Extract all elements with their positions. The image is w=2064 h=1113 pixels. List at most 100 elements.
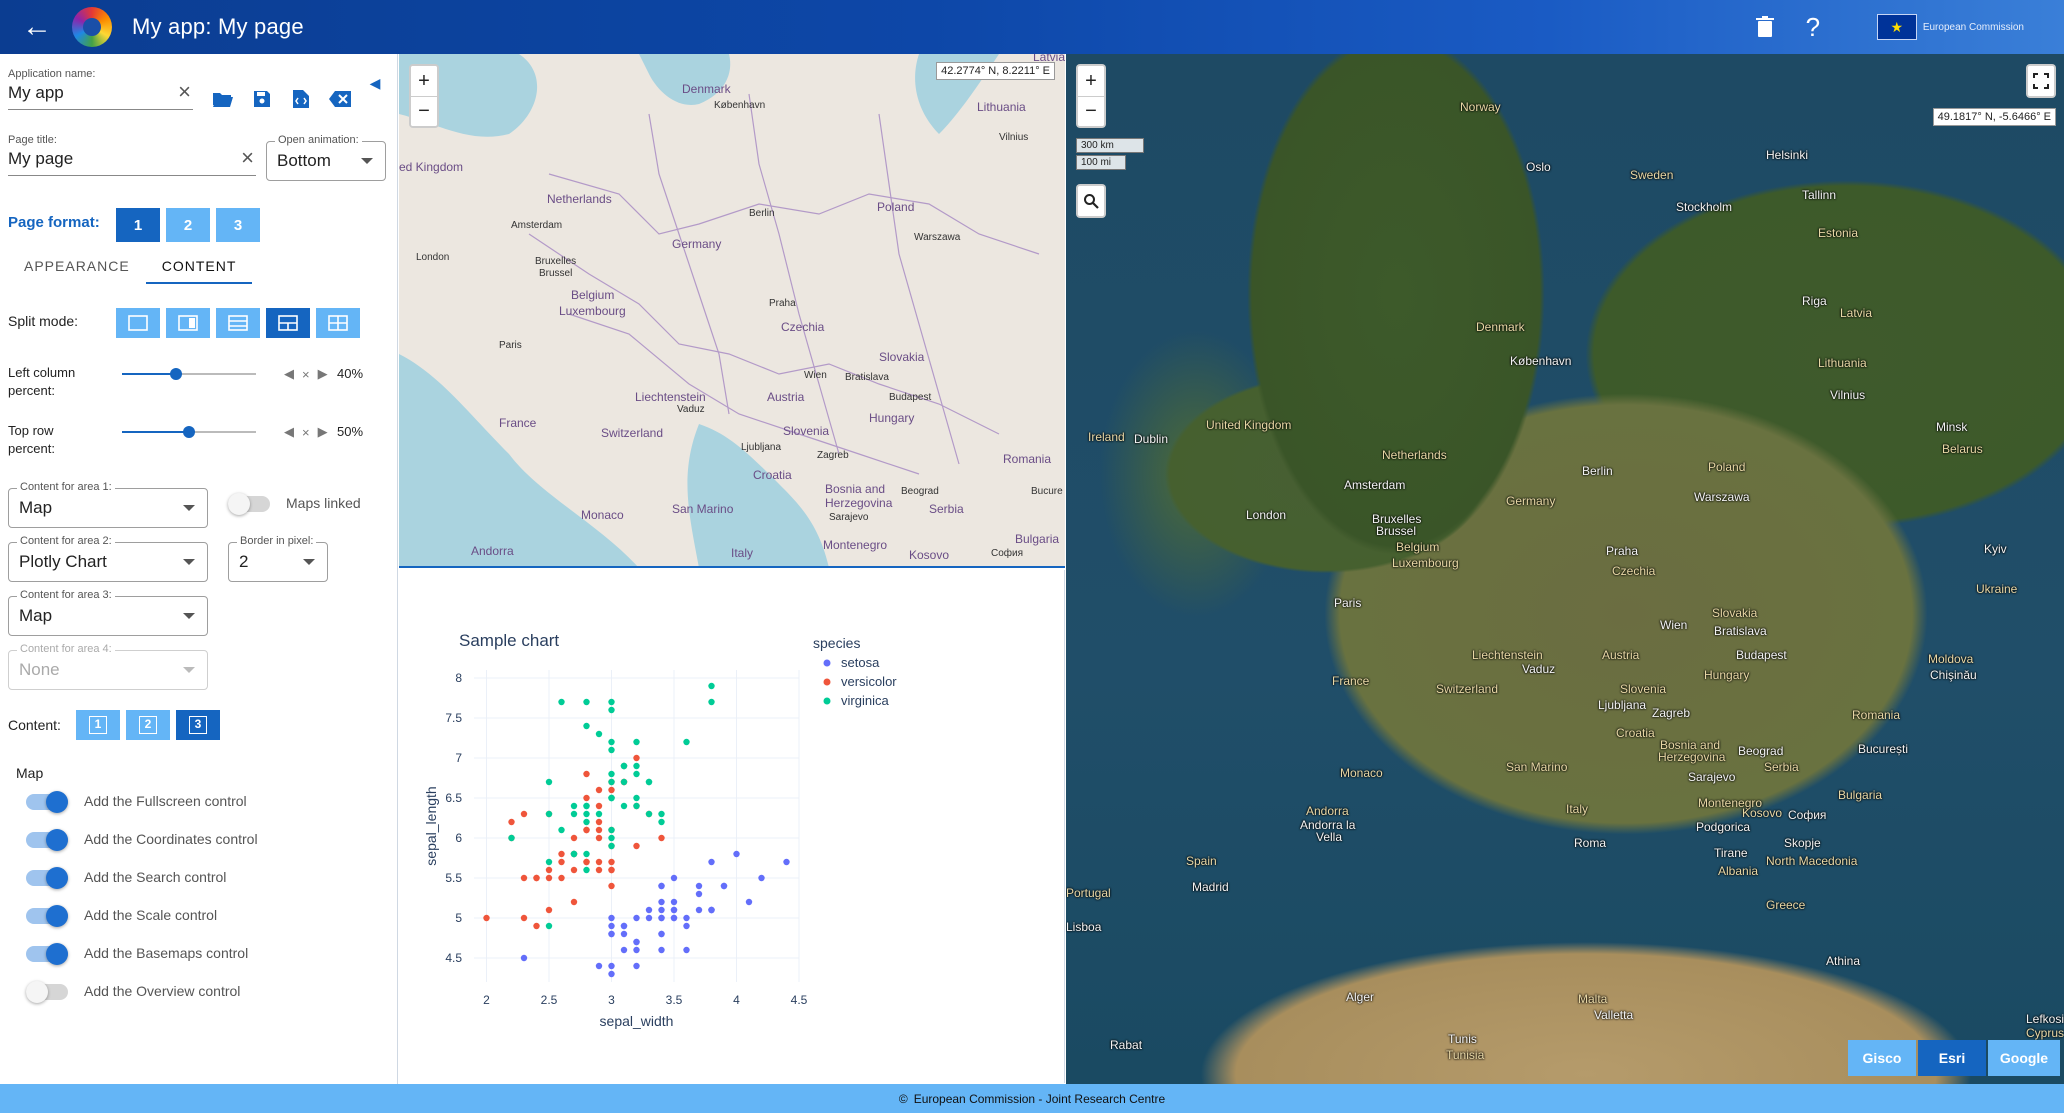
basemap-gisco-button[interactable]: Gisco — [1848, 1040, 1916, 1076]
content-area-1-select[interactable]: Content for area 1: Map — [8, 481, 208, 528]
scatter-point-virginica[interactable] — [583, 810, 590, 818]
scatter-point-virginica[interactable] — [608, 826, 615, 834]
page-format-2-button[interactable]: 2 — [166, 208, 210, 242]
zoom-in-button[interactable]: + — [1078, 66, 1104, 96]
content-3-button[interactable]: 3 — [176, 710, 220, 740]
fullscreen-control-toggle[interactable] — [26, 791, 68, 813]
scatter-point-setosa[interactable] — [658, 930, 665, 938]
page-format-3-button[interactable]: 3 — [216, 208, 260, 242]
scatter-point-versicolor[interactable] — [595, 826, 603, 834]
scatter-point-setosa[interactable] — [520, 954, 528, 962]
scatter-point-virginica[interactable] — [633, 738, 640, 746]
scatter-point-versicolor[interactable] — [583, 770, 590, 778]
scatter-point-setosa[interactable] — [620, 946, 628, 954]
scatter-point-virginica[interactable] — [633, 794, 640, 802]
clear-page-title-icon[interactable]: × — [241, 145, 254, 171]
content-area-3-select[interactable]: Content for area 3: Map — [8, 589, 208, 636]
scatter-point-setosa[interactable] — [595, 962, 603, 970]
scatter-point-setosa[interactable] — [670, 914, 678, 922]
scatter-point-virginica[interactable] — [570, 802, 578, 810]
scatter-point-virginica[interactable] — [633, 762, 640, 770]
page-format-1-button[interactable]: 1 — [116, 208, 160, 242]
scatter-point-setosa[interactable] — [695, 882, 703, 890]
scatter-point-virginica[interactable] — [595, 810, 603, 818]
scatter-point-versicolor[interactable] — [483, 914, 490, 922]
scatter-point-setosa[interactable] — [658, 898, 665, 906]
scatter-point-versicolor[interactable] — [520, 874, 528, 882]
scatter-point-setosa[interactable] — [633, 914, 640, 922]
split-single-button[interactable] — [116, 308, 160, 338]
scatter-point-setosa[interactable] — [608, 914, 615, 922]
trash-icon[interactable] — [1741, 0, 1789, 54]
scatter-point-versicolor[interactable] — [545, 874, 553, 882]
scatter-point-setosa[interactable] — [633, 962, 640, 970]
basemaps-control-toggle[interactable] — [26, 943, 68, 965]
reset-icon[interactable]: × — [302, 425, 310, 440]
search-control-toggle[interactable] — [26, 867, 68, 889]
scatter-point-setosa[interactable] — [745, 898, 753, 906]
scatter-point-versicolor[interactable] — [583, 858, 590, 866]
scatter-point-virginica[interactable] — [620, 762, 628, 770]
scatter-point-virginica[interactable] — [558, 826, 565, 834]
scatter-point-virginica[interactable] — [570, 850, 578, 858]
scatter-point-virginica[interactable] — [545, 858, 553, 866]
scatter-point-setosa[interactable] — [658, 882, 665, 890]
scatter-point-setosa[interactable] — [683, 946, 690, 954]
content-1-button[interactable]: 1 — [76, 710, 120, 740]
scatter-point-setosa[interactable] — [633, 946, 640, 954]
scatter-point-versicolor[interactable] — [608, 858, 615, 866]
scatter-point-versicolor[interactable] — [558, 850, 565, 858]
folder-open-icon[interactable] — [210, 86, 236, 112]
coordinates-control-toggle[interactable] — [26, 829, 68, 851]
scatter-point-setosa[interactable] — [758, 874, 765, 882]
top-row-slider[interactable] — [122, 422, 256, 442]
decrement-icon[interactable]: ◀ — [284, 424, 294, 440]
scatter-point-virginica[interactable] — [583, 698, 590, 706]
search-icon[interactable] — [1078, 186, 1104, 216]
scatter-point-setosa[interactable] — [720, 882, 728, 890]
code-file-icon[interactable] — [288, 86, 314, 112]
scatter-point-virginica[interactable] — [683, 738, 690, 746]
scatter-point-virginica[interactable] — [620, 802, 628, 810]
slider-thumb[interactable] — [169, 368, 182, 380]
scatter-point-virginica[interactable] — [583, 866, 590, 874]
scatter-point-virginica[interactable] — [583, 818, 590, 826]
maps-linked-toggle[interactable] — [228, 493, 270, 515]
content-2-button[interactable]: 2 — [126, 710, 170, 740]
basemap-google-button[interactable]: Google — [1988, 1040, 2060, 1076]
scatter-point-setosa[interactable] — [708, 858, 715, 866]
decrement-icon[interactable]: ◀ — [284, 366, 294, 382]
scatter-point-versicolor[interactable] — [633, 754, 640, 762]
scatter-point-versicolor[interactable] — [545, 866, 553, 874]
scatter-point-virginica[interactable] — [608, 778, 615, 786]
scatter-point-setosa[interactable] — [608, 922, 615, 930]
scatter-point-versicolor[interactable] — [545, 906, 553, 914]
scatter-point-virginica[interactable] — [595, 730, 603, 738]
scatter-point-setosa[interactable] — [633, 938, 640, 946]
scatter-point-versicolor[interactable] — [608, 866, 615, 874]
split-three-button[interactable] — [266, 308, 310, 338]
border-pixel-select[interactable]: Border in pixel: 2 — [228, 535, 328, 582]
scatter-point-virginica[interactable] — [608, 794, 615, 802]
split-rows-button[interactable] — [216, 308, 260, 338]
legend-item[interactable]: virginica — [841, 693, 889, 708]
scatter-point-versicolor[interactable] — [633, 842, 640, 850]
scatter-point-virginica[interactable] — [558, 698, 565, 706]
scatter-point-versicolor[interactable] — [520, 810, 528, 818]
content-area-2-select[interactable]: Content for area 2: Plotly Chart — [8, 535, 208, 582]
zoom-out-button[interactable]: − — [1078, 96, 1104, 126]
scatter-point-virginica[interactable] — [570, 810, 578, 818]
scatter-point-versicolor[interactable] — [583, 826, 590, 834]
scatter-point-setosa[interactable] — [670, 906, 678, 914]
overview-control-toggle[interactable] — [26, 981, 68, 1003]
scatter-point-virginica[interactable] — [583, 802, 590, 810]
increment-icon[interactable]: ▶ — [318, 366, 328, 382]
scatter-point-virginica[interactable] — [583, 850, 590, 858]
slider-thumb[interactable] — [183, 426, 195, 438]
left-column-slider[interactable] — [122, 364, 256, 384]
scatter-point-versicolor[interactable] — [583, 794, 590, 802]
scatter-point-versicolor[interactable] — [595, 786, 603, 794]
satellite-map[interactable]: + − 300 km 100 mi 49.1817° N, -5.6466° E… — [1066, 54, 2064, 1084]
legend-item[interactable]: setosa — [841, 655, 880, 670]
scatter-point-setosa[interactable] — [695, 890, 703, 898]
